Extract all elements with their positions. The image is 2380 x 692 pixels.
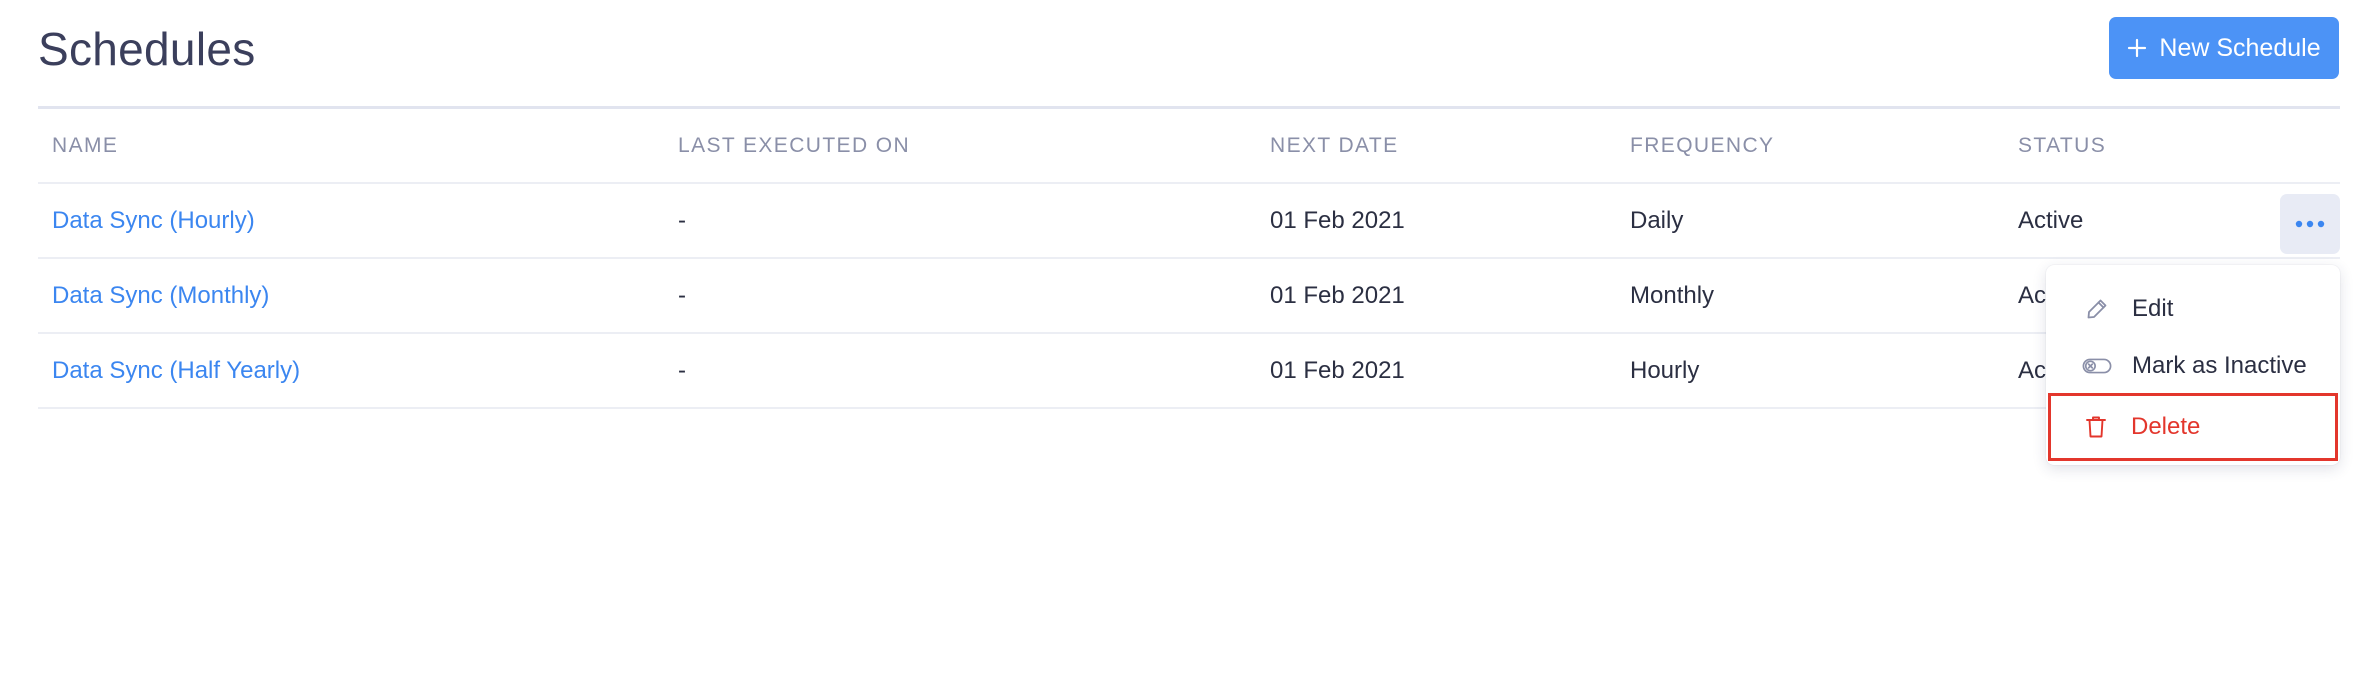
column-header-frequency[interactable]: FREQUENCY (1630, 109, 1774, 182)
schedule-name-link[interactable]: Data Sync (Monthly) (52, 259, 269, 332)
schedule-name-link[interactable]: Data Sync (Half Yearly) (52, 334, 300, 407)
column-header-last-executed[interactable]: LAST EXECUTED ON (678, 109, 910, 182)
more-horizontal-icon (2295, 220, 2325, 228)
status-cell: Active (2018, 206, 2084, 234)
menu-item-delete[interactable]: Delete (2048, 393, 2338, 461)
column-header-status[interactable]: STATUS (2018, 109, 2106, 182)
table-header: NAME LAST EXECUTED ON NEXT DATE FREQUENC… (38, 109, 2340, 184)
next-date-cell: 01 Feb 2021 (1270, 281, 1405, 309)
table-row: Data Sync (Hourly) - 01 Feb 2021 Daily A… (38, 184, 2340, 259)
menu-item-mark-inactive[interactable]: Mark as Inactive (2046, 338, 2340, 394)
column-header-next-date[interactable]: NEXT DATE (1270, 109, 1399, 182)
plus-icon (2128, 38, 2147, 58)
pencil-icon (2082, 294, 2112, 324)
next-date-cell: 01 Feb 2021 (1270, 356, 1405, 384)
menu-item-label: Mark as Inactive (2132, 352, 2307, 379)
last-executed-cell: - (678, 356, 686, 384)
column-header-name[interactable]: NAME (52, 109, 118, 182)
last-executed-cell: - (678, 281, 686, 309)
table-row: Data Sync (Monthly) - 01 Feb 2021 Monthl… (38, 259, 2340, 334)
trash-icon (2081, 412, 2111, 442)
menu-item-label: Edit (2132, 295, 2174, 322)
new-schedule-label: New Schedule (2159, 33, 2321, 62)
frequency-cell: Daily (1630, 206, 1684, 234)
new-schedule-button[interactable]: New Schedule (2109, 17, 2339, 79)
schedules-table: NAME LAST EXECUTED ON NEXT DATE FREQUENC… (38, 109, 2340, 409)
schedules-page: Schedules New Schedule NAME LAST EXECUTE… (0, 0, 2380, 692)
toggle-off-icon (2082, 351, 2112, 381)
frequency-cell: Monthly (1630, 281, 1715, 309)
menu-item-label: Delete (2131, 413, 2201, 440)
frequency-cell: Hourly (1630, 356, 1700, 384)
menu-item-edit[interactable]: Edit (2046, 281, 2340, 337)
schedule-name-link[interactable]: Data Sync (Hourly) (52, 184, 255, 257)
next-date-cell: 01 Feb 2021 (1270, 206, 1405, 234)
page-title: Schedules (38, 23, 256, 75)
table-row: Data Sync (Half Yearly) - 01 Feb 2021 Ho… (38, 334, 2340, 409)
row-actions-menu: Edit Mark as Inactive Delete (2046, 265, 2340, 465)
row-actions-button[interactable] (2280, 194, 2340, 254)
last-executed-cell: - (678, 206, 686, 234)
